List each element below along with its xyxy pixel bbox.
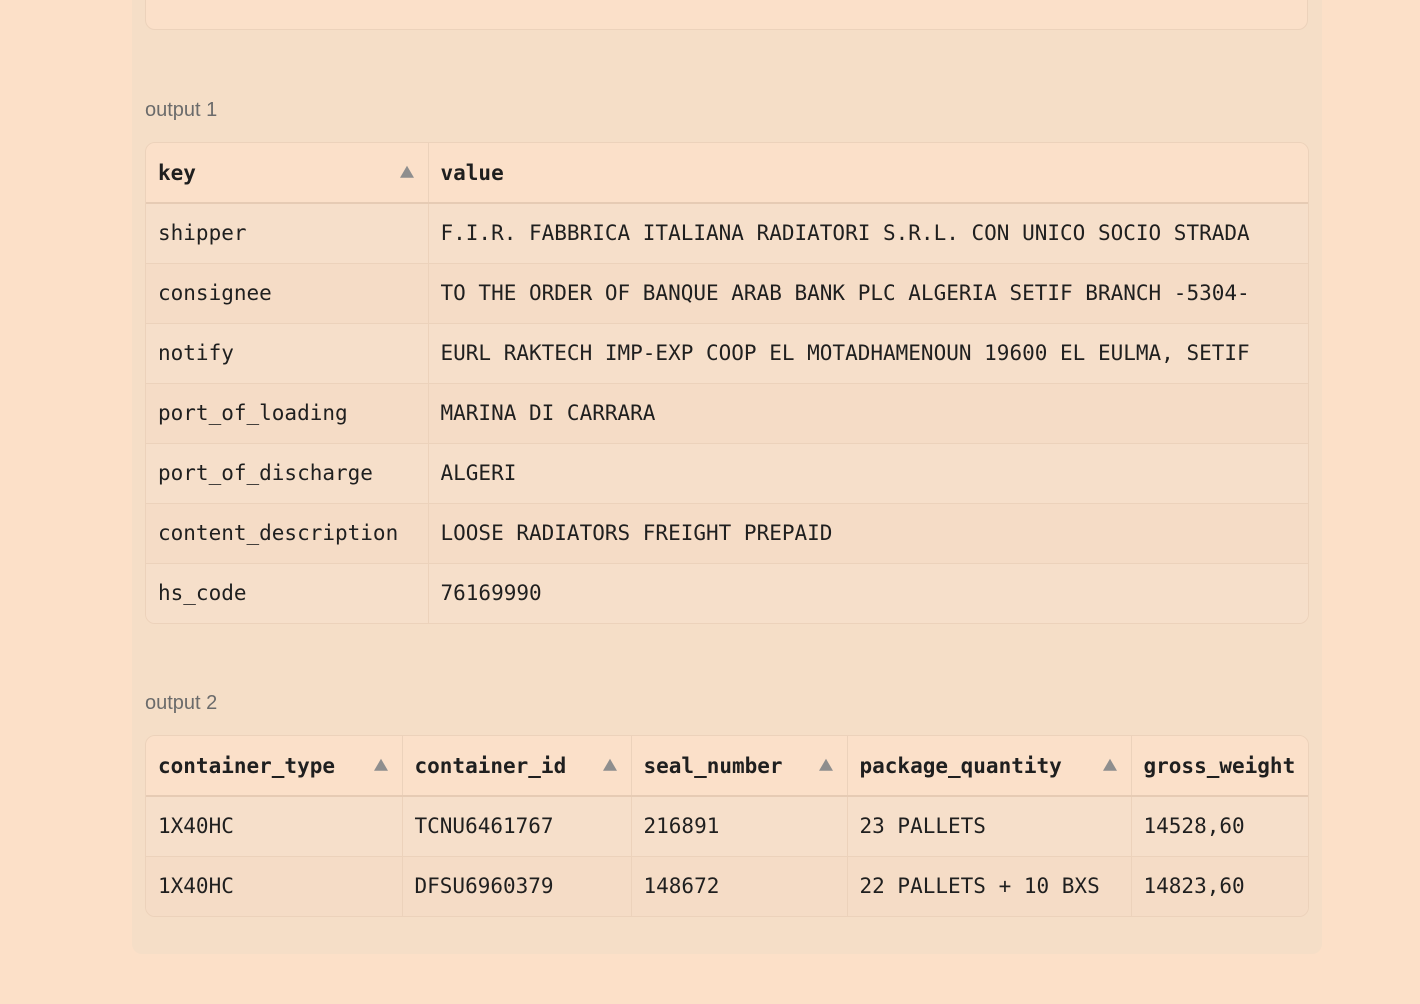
column-header-container-id[interactable]: container_id: [402, 736, 632, 797]
container-id-cell[interactable]: TCNU6461767: [402, 796, 632, 857]
value-cell[interactable]: MARINA DI CARRARA: [428, 383, 1308, 444]
table-header-row: container_type container_id seal_number …: [146, 736, 1308, 797]
key-cell[interactable]: consignee: [146, 263, 429, 324]
key-cell[interactable]: notify: [146, 323, 429, 384]
output-1-label: output 1: [145, 99, 218, 121]
sort-ascending-icon[interactable]: [373, 758, 388, 771]
table-row[interactable]: notify EURL RAKTECH IMP-EXP COOP EL MOTA…: [146, 323, 1308, 384]
column-header-label: container_type: [158, 753, 336, 778]
table-row[interactable]: port_of_loading MARINA DI CARRARA: [146, 383, 1308, 444]
table-row[interactable]: 1X40HC TCNU6461767 216891 23 PALLETS 145…: [146, 796, 1308, 857]
sort-ascending-icon[interactable]: [399, 165, 414, 178]
seal-number-cell[interactable]: 216891: [631, 796, 848, 857]
value-cell[interactable]: LOOSE RADIATORS FREIGHT PREPAID: [428, 503, 1308, 564]
value-cell[interactable]: ALGERI: [428, 443, 1308, 504]
column-header-label: key: [158, 160, 196, 185]
value-cell[interactable]: 76169990: [428, 563, 1308, 623]
column-header-value[interactable]: value: [428, 143, 1308, 204]
column-header-label: value: [440, 160, 504, 185]
gross-weight-cell[interactable]: 14823,60: [1131, 856, 1308, 916]
package-quantity-cell[interactable]: 23 PALLETS: [847, 796, 1132, 857]
container-type-cell[interactable]: 1X40HC: [146, 856, 403, 916]
package-quantity-cell[interactable]: 22 PALLETS + 10 BXS: [847, 856, 1132, 916]
output-panel: output 1 key value shipper F.I.R. FABBRI…: [132, 0, 1322, 954]
column-header-package-quantity[interactable]: package_quantity: [847, 736, 1132, 797]
table-row[interactable]: shipper F.I.R. FABBRICA ITALIANA RADIATO…: [146, 203, 1308, 264]
seal-number-cell[interactable]: 148672: [631, 856, 848, 916]
container-id-cell[interactable]: DFSU6960379: [402, 856, 632, 916]
gross-weight-cell[interactable]: 14528,60: [1131, 796, 1308, 857]
value-cell[interactable]: F.I.R. FABBRICA ITALIANA RADIATORI S.R.L…: [428, 203, 1308, 264]
table-row[interactable]: consignee TO THE ORDER OF BANQUE ARAB BA…: [146, 263, 1308, 324]
table-row[interactable]: hs_code 76169990: [146, 563, 1308, 623]
key-cell[interactable]: content_description: [146, 503, 429, 564]
table-row[interactable]: 1X40HC DFSU6960379 148672 22 PALLETS + 1…: [146, 856, 1308, 916]
table-header-row: key value: [146, 143, 1308, 204]
key-cell[interactable]: hs_code: [146, 563, 429, 623]
key-cell[interactable]: shipper: [146, 203, 429, 264]
table-row[interactable]: content_description LOOSE RADIATORS FREI…: [146, 503, 1308, 564]
sort-ascending-icon[interactable]: [1102, 758, 1117, 771]
column-header-label: gross_weight: [1143, 753, 1296, 778]
previous-card: [145, 0, 1308, 30]
sort-ascending-icon[interactable]: [818, 758, 833, 771]
column-header-label: seal_number: [643, 753, 783, 778]
column-header-label: package_quantity: [859, 753, 1062, 778]
column-header-seal-number[interactable]: seal_number: [631, 736, 848, 797]
key-cell[interactable]: port_of_loading: [146, 383, 429, 444]
column-header-key[interactable]: key: [146, 143, 429, 204]
output-2-table: container_type container_id seal_number …: [145, 735, 1309, 917]
table-row[interactable]: port_of_discharge ALGERI: [146, 443, 1308, 504]
container-type-cell[interactable]: 1X40HC: [146, 796, 403, 857]
output-1-table: key value shipper F.I.R. FABBRICA ITALIA…: [145, 142, 1309, 624]
column-header-gross-weight[interactable]: gross_weight: [1131, 736, 1308, 797]
sort-ascending-icon[interactable]: [602, 758, 617, 771]
output-2-label: output 2: [145, 692, 218, 714]
column-header-container-type[interactable]: container_type: [146, 736, 403, 797]
value-cell[interactable]: TO THE ORDER OF BANQUE ARAB BANK PLC ALG…: [428, 263, 1308, 324]
value-cell[interactable]: EURL RAKTECH IMP-EXP COOP EL MOTADHAMENO…: [428, 323, 1308, 384]
column-header-label: container_id: [414, 753, 567, 778]
key-cell[interactable]: port_of_discharge: [146, 443, 429, 504]
